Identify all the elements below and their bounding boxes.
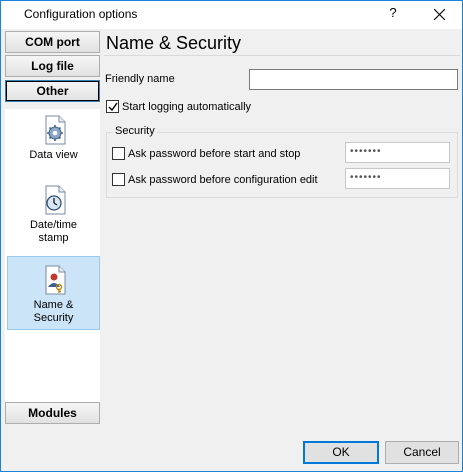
tab-com-port[interactable]: COM port	[5, 31, 100, 53]
title-divider	[104, 55, 460, 56]
sidebar-item-data-view[interactable]: Data view	[7, 115, 100, 175]
ask-password-config-edit-checkbox[interactable]	[112, 173, 125, 186]
sidebar: COM port Log file Other Data view Date/t…	[3, 29, 102, 431]
config-edit-password-field[interactable]: •••••••	[345, 168, 450, 189]
dialog-footer: OK Cancel	[1, 431, 462, 471]
start-logging-label: Start logging automatically	[122, 101, 252, 113]
tab-log-file[interactable]: Log file	[5, 55, 100, 77]
ask-password-start-stop-label: Ask password before start and stop	[128, 148, 301, 160]
ok-button[interactable]: OK	[303, 441, 379, 464]
help-button[interactable]: ?	[383, 5, 403, 20]
sidebar-item-date-time-stamp[interactable]: Date/time stamp	[7, 185, 100, 255]
window-title: Configuration options	[24, 7, 138, 21]
start-stop-password-field[interactable]: •••••••	[345, 142, 450, 163]
sidebar-item-label: Name & Security	[33, 299, 74, 324]
ask-password-start-stop-checkbox[interactable]	[112, 147, 125, 160]
checkmark-icon	[108, 102, 118, 112]
cancel-button[interactable]: Cancel	[385, 441, 459, 464]
tab-other[interactable]: Other	[5, 80, 100, 102]
sidebar-item-label: Data view	[29, 149, 78, 161]
modules-button[interactable]: Modules	[5, 402, 100, 424]
ask-password-config-edit-label: Ask password before configuration edit	[128, 174, 318, 186]
start-logging-checkbox[interactable]	[106, 100, 119, 113]
security-group: Security Ask password before start and s…	[106, 125, 458, 198]
sidebar-item-list: Data view Date/time stamp Name & Securit…	[5, 109, 100, 405]
settings-panel: Name & Security Friendly name Start logg…	[104, 29, 461, 431]
friendly-name-label: Friendly name	[105, 73, 175, 85]
sidebar-item-label: Date/time stamp	[29, 219, 78, 244]
friendly-name-input[interactable]	[249, 69, 458, 90]
clock-document-icon	[45, 185, 65, 215]
person-key-document-icon	[45, 265, 65, 295]
configuration-dialog: Configuration options ? COM port Log fil…	[0, 0, 463, 472]
gear-document-icon	[45, 115, 65, 145]
title-bar: Configuration options ?	[1, 1, 462, 29]
security-legend: Security	[113, 125, 157, 137]
sidebar-item-name-security[interactable]: Name & Security	[7, 256, 100, 330]
page-title: Name & Security	[106, 33, 242, 53]
close-icon	[434, 9, 445, 20]
close-button[interactable]	[425, 3, 455, 27]
